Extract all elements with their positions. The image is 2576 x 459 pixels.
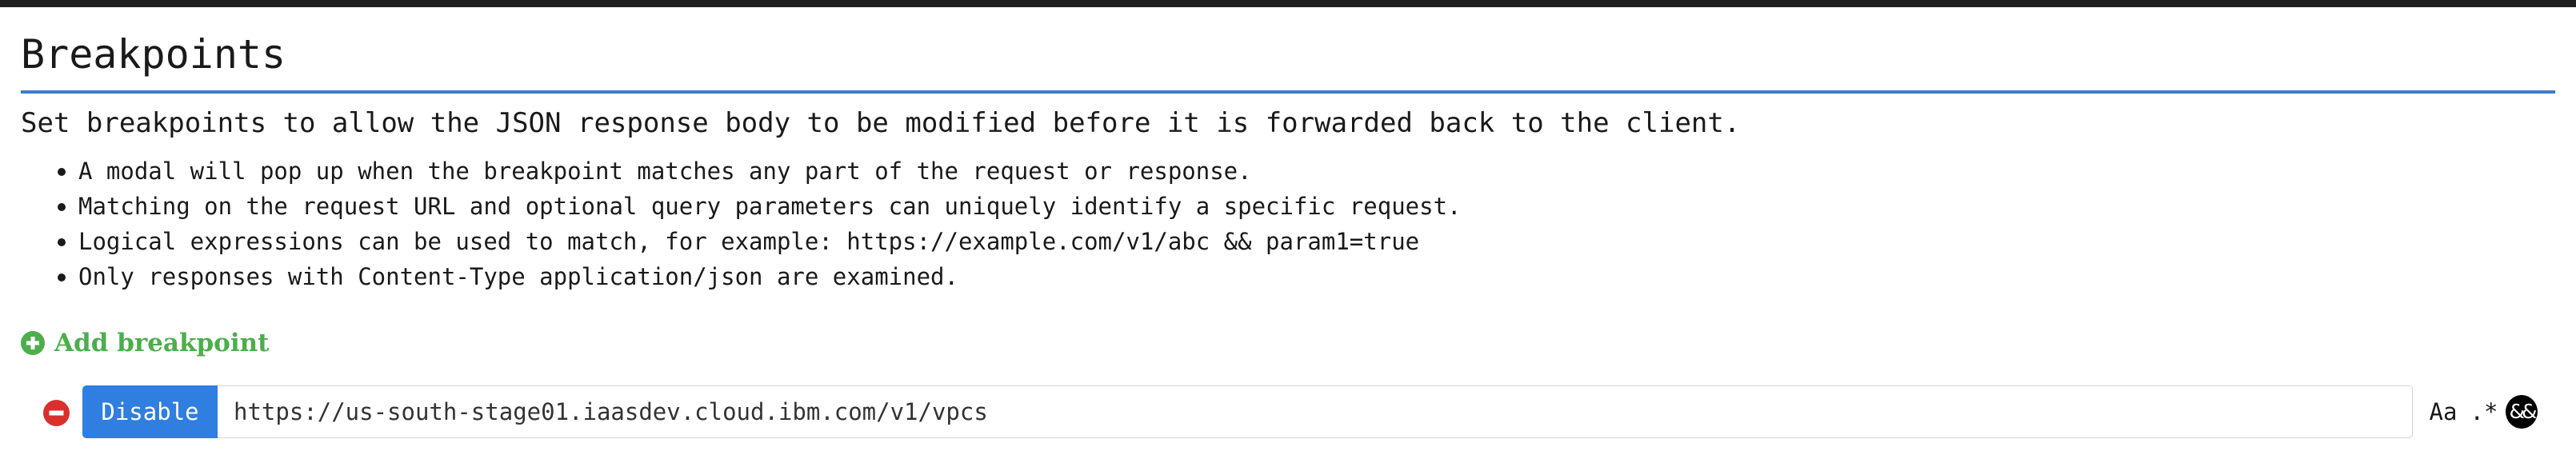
logical-expression-toggle[interactable]: &&: [2506, 395, 2538, 429]
title-divider: [21, 90, 2555, 94]
info-list: A modal will pop up when the breakpoint …: [0, 154, 1462, 294]
info-list-item: A modal will pop up when the breakpoint …: [0, 154, 1462, 189]
match-case-toggle[interactable]: Aa: [2426, 395, 2461, 429]
add-breakpoint-label: Add breakpoint: [54, 329, 270, 357]
minus-circle-icon[interactable]: [43, 400, 70, 426]
info-list-item-text: Logical expressions can be used to match…: [78, 228, 1420, 255]
info-list-item-text: A modal will pop up when the breakpoint …: [78, 158, 1252, 185]
info-list-item-text: Matching on the request URL and optional…: [78, 193, 1462, 220]
info-list-item: Logical expressions can be used to match…: [0, 224, 1462, 259]
top-bar: [0, 0, 2576, 7]
page-title: Breakpoints: [21, 31, 286, 78]
breakpoint-row: Disable Aa .* &&: [42, 384, 2538, 440]
info-list-item: Only responses with Content-Type applica…: [0, 259, 1462, 294]
info-list-item: Matching on the request URL and optional…: [0, 189, 1462, 224]
breakpoint-url-input[interactable]: [218, 385, 2413, 438]
bullet-dot-icon: [58, 203, 66, 211]
disable-button[interactable]: Disable: [82, 385, 218, 438]
bullet-dot-icon: [58, 168, 66, 176]
regex-toggle[interactable]: .*: [2466, 395, 2502, 429]
intro-text: Set breakpoints to allow the JSON respon…: [21, 107, 1741, 139]
bullet-dot-icon: [58, 238, 66, 246]
plus-circle-icon: [21, 331, 45, 355]
bullet-dot-icon: [58, 273, 66, 281]
add-breakpoint-link[interactable]: Add breakpoint: [21, 326, 269, 360]
info-list-item-text: Only responses with Content-Type applica…: [78, 263, 958, 290]
